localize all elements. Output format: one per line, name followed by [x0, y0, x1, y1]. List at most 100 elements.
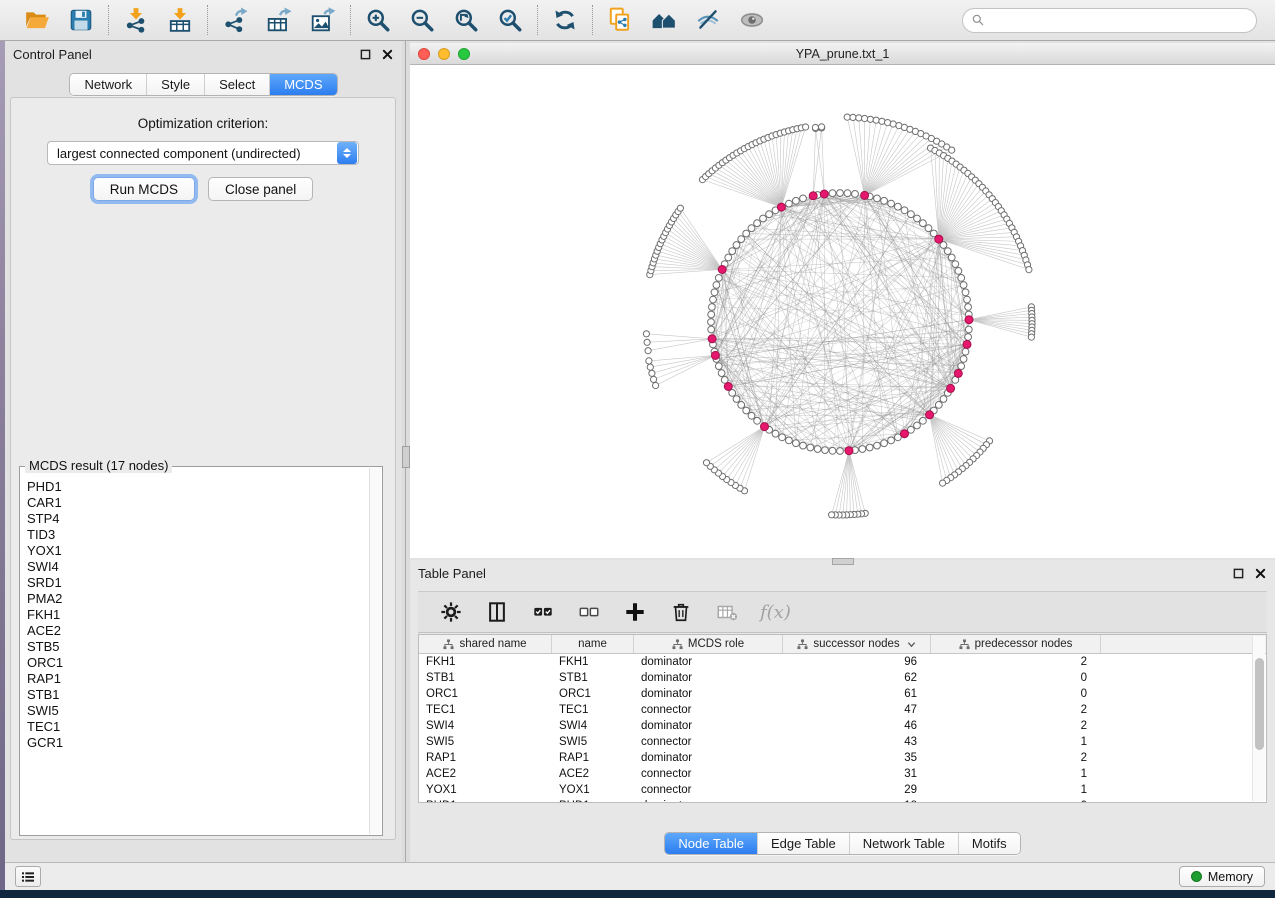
leaf-node[interactable]: [703, 460, 709, 466]
leaf-node[interactable]: [1028, 334, 1034, 340]
leaf-node[interactable]: [643, 331, 649, 337]
ring-node[interactable]: [844, 190, 851, 197]
mcds-result-node[interactable]: TEC1: [27, 719, 369, 735]
ring-node[interactable]: [940, 396, 947, 403]
ring-node[interactable]: [725, 254, 732, 261]
ring-node[interactable]: [888, 437, 895, 444]
ring-node[interactable]: [729, 248, 736, 255]
close-panel-button[interactable]: Close panel: [208, 177, 313, 201]
memory-button[interactable]: Memory: [1179, 866, 1265, 887]
mcds-hub-node[interactable]: [901, 430, 909, 438]
mcds-hub-node[interactable]: [777, 203, 785, 211]
mcds-hub-node[interactable]: [761, 423, 769, 431]
leaf-node[interactable]: [649, 370, 655, 376]
ring-node[interactable]: [738, 402, 745, 409]
ring-node[interactable]: [920, 417, 927, 424]
mcds-hub-node[interactable]: [954, 369, 962, 377]
tab-motifs[interactable]: Motifs: [958, 833, 1020, 854]
mcds-result-node[interactable]: SWI4: [27, 559, 369, 575]
tab-edge-table[interactable]: Edge Table: [757, 833, 849, 854]
ring-node[interactable]: [733, 242, 740, 249]
table-row[interactable]: STB1STB1dominator620: [419, 670, 1266, 686]
ring-node[interactable]: [881, 197, 888, 204]
ring-node[interactable]: [920, 220, 927, 227]
mcds-result-list[interactable]: PHD1CAR1STP4TID3YOX1SWI4SRD1PMA2FKH1ACE2…: [20, 470, 369, 835]
table-row[interactable]: SWI5SWI5connector431: [419, 734, 1266, 750]
ring-node[interactable]: [914, 422, 921, 429]
mcds-hub-node[interactable]: [718, 266, 726, 274]
ring-node[interactable]: [829, 447, 836, 454]
network-canvas[interactable]: [410, 65, 1275, 558]
ring-node[interactable]: [748, 225, 755, 232]
mcds-hub-node[interactable]: [963, 340, 971, 348]
splitter-grip[interactable]: [402, 446, 410, 468]
mcds-hub-node[interactable]: [711, 351, 719, 359]
search-input[interactable]: [985, 10, 1256, 30]
zoom-out-icon[interactable]: [407, 5, 437, 35]
add-column-icon[interactable]: [622, 599, 648, 625]
mcds-result-node[interactable]: GCR1: [27, 735, 369, 751]
ring-node[interactable]: [965, 304, 972, 311]
delete-column-icon[interactable]: [668, 599, 694, 625]
leaf-node[interactable]: [949, 147, 955, 153]
select-all-checks-icon[interactable]: [530, 599, 556, 625]
table-row[interactable]: FKH1FKH1dominator962: [419, 654, 1266, 670]
mcds-result-node[interactable]: PMA2: [27, 591, 369, 607]
ring-node[interactable]: [901, 207, 908, 214]
table-row[interactable]: RAP1RAP1dominator352: [419, 750, 1266, 766]
import-table-disabled-icon[interactable]: [714, 599, 740, 625]
mcds-hub-node[interactable]: [845, 447, 853, 455]
leaf-node[interactable]: [873, 117, 879, 123]
leaf-node[interactable]: [844, 114, 850, 120]
table-row[interactable]: ACE2ACE2connector311: [419, 766, 1266, 782]
ring-node[interactable]: [743, 230, 750, 237]
leaf-node[interactable]: [862, 115, 868, 121]
ring-node[interactable]: [713, 282, 720, 289]
ring-node[interactable]: [743, 407, 750, 414]
ring-node[interactable]: [964, 296, 971, 303]
ring-node[interactable]: [914, 215, 921, 222]
deselect-all-checks-icon[interactable]: [576, 599, 602, 625]
ring-node[interactable]: [852, 191, 859, 198]
leaf-node[interactable]: [819, 124, 825, 130]
ring-node[interactable]: [814, 446, 821, 453]
ring-node[interactable]: [908, 211, 915, 218]
table-row[interactable]: ORC1ORC1dominator610: [419, 686, 1266, 702]
close-panel-icon[interactable]: [380, 47, 394, 61]
tab-style[interactable]: Style: [146, 74, 204, 95]
ring-node[interactable]: [965, 326, 972, 333]
export-image-icon[interactable]: [308, 5, 338, 35]
leaf-node[interactable]: [1026, 267, 1032, 273]
column-header-successor-nodes[interactable]: successor nodes: [783, 635, 931, 653]
mcds-result-node[interactable]: STB1: [27, 687, 369, 703]
column-header-predecessor-nodes[interactable]: predecessor nodes: [931, 635, 1101, 653]
close-table-panel-icon[interactable]: [1253, 566, 1267, 580]
leaf-node[interactable]: [829, 512, 835, 518]
import-table-icon[interactable]: [165, 5, 195, 35]
ring-node[interactable]: [786, 437, 793, 444]
ring-node[interactable]: [793, 440, 800, 447]
export-network-icon[interactable]: [220, 5, 250, 35]
hide-eye-icon[interactable]: [693, 5, 723, 35]
ring-node[interactable]: [708, 319, 715, 326]
ring-node[interactable]: [888, 200, 895, 207]
leaf-node[interactable]: [856, 115, 862, 121]
ring-node[interactable]: [960, 356, 967, 363]
ring-node[interactable]: [779, 434, 786, 441]
search-box[interactable]: [962, 8, 1257, 33]
ring-node[interactable]: [960, 282, 967, 289]
ring-node[interactable]: [754, 417, 761, 424]
mcds-hub-node[interactable]: [708, 335, 716, 343]
ring-node[interactable]: [962, 348, 969, 355]
table-row[interactable]: PHD1PHD1dominator180: [419, 798, 1266, 803]
ring-node[interactable]: [965, 334, 972, 341]
ring-node[interactable]: [800, 442, 807, 449]
ring-node[interactable]: [718, 370, 725, 377]
ring-node[interactable]: [754, 220, 761, 227]
ring-node[interactable]: [800, 195, 807, 202]
leaf-node[interactable]: [645, 348, 651, 354]
ring-node[interactable]: [962, 289, 969, 296]
mcds-hub-node[interactable]: [809, 192, 817, 200]
mcds-hub-node[interactable]: [724, 383, 732, 391]
leaf-node[interactable]: [647, 364, 653, 370]
